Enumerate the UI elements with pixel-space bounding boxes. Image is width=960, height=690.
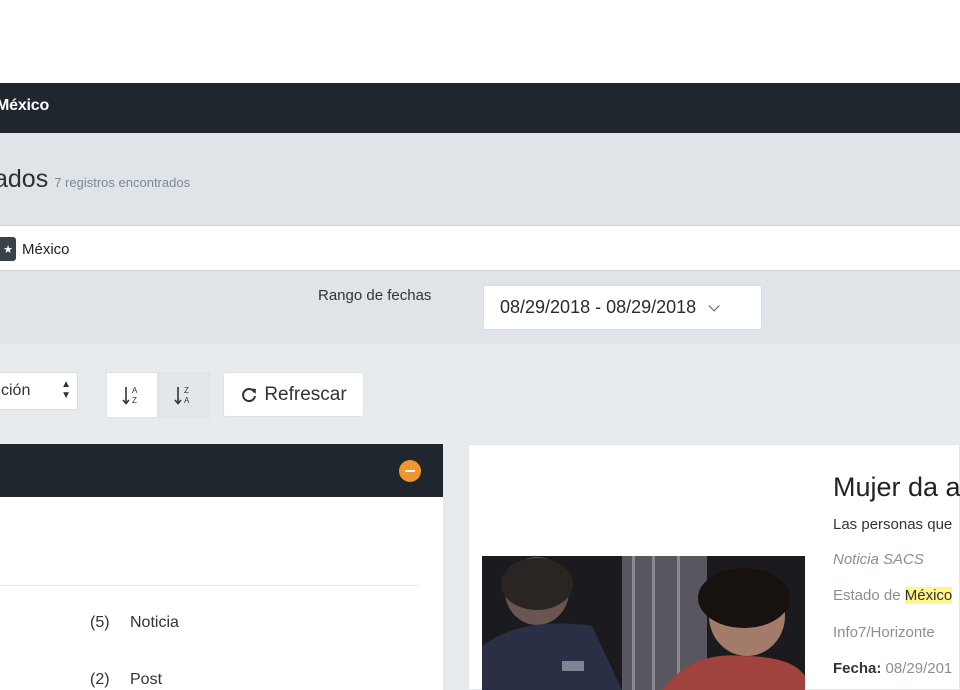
- article-title[interactable]: Mujer da a: [833, 472, 960, 503]
- sort-select[interactable]: ción ▲ ▼: [0, 372, 78, 410]
- refresh-icon: [242, 387, 257, 402]
- collapse-panel-button[interactable]: [399, 460, 421, 482]
- category-count: (2): [90, 671, 110, 688]
- star-icon: ★: [0, 237, 16, 261]
- article-type: Noticia SACS: [833, 551, 924, 568]
- filter-tag-mexico[interactable]: ★ México: [0, 237, 70, 261]
- article-state: Estado de México: [833, 587, 953, 604]
- sort-order-group: A Z Z A: [106, 372, 210, 418]
- chevron-down-icon: [708, 299, 720, 312]
- article-summary: Las personas que: [833, 516, 953, 533]
- article-date-label: Fecha:: [833, 660, 882, 677]
- article-thumbnail[interactable]: [482, 556, 805, 690]
- article-state-highlight: México: [904, 587, 953, 604]
- article-source: Info7/Horizonte: [833, 624, 935, 641]
- refresh-button-label: Refrescar: [264, 383, 347, 405]
- results-title: ados: [0, 165, 49, 193]
- sort-alpha-asc-icon: A Z: [122, 386, 138, 405]
- panel-divider: [0, 585, 418, 586]
- sort-desc-button[interactable]: Z A: [158, 372, 210, 418]
- sort-asc-button[interactable]: A Z: [106, 372, 158, 418]
- top-navbar: México: [0, 83, 960, 133]
- article-date-value: 08/29/201: [885, 660, 953, 677]
- article-date: Fecha: 08/29/201: [833, 660, 952, 677]
- category-name: Noticia: [130, 614, 179, 631]
- select-arrows-icon: ▲ ▼: [61, 379, 71, 401]
- minus-icon: [405, 470, 415, 472]
- date-range-value: 08/29/2018 - 08/29/2018: [500, 297, 697, 317]
- svg-text:A: A: [184, 396, 190, 405]
- navbar-title: México: [0, 97, 50, 114]
- article-state-prefix: Estado de: [833, 587, 901, 604]
- date-range-picker[interactable]: 08/29/2018 - 08/29/2018: [483, 285, 762, 330]
- category-name: Post: [130, 671, 163, 688]
- sort-alpha-desc-icon: Z A: [174, 386, 190, 405]
- thumbnail-image: [482, 556, 805, 690]
- filter-tag-label: México: [22, 240, 70, 258]
- results-count: 7 registros encontrados: [54, 175, 191, 190]
- category-panel: [0, 444, 443, 690]
- svg-text:Z: Z: [184, 386, 189, 395]
- category-count: (5): [90, 614, 110, 631]
- svg-text:Z: Z: [132, 396, 137, 405]
- results-heading: ados 7 registros encontrados: [0, 165, 190, 194]
- active-filters-bar: ★ México: [0, 225, 960, 271]
- refresh-button[interactable]: Refrescar: [223, 372, 364, 417]
- date-range-label: Rango de fechas: [318, 287, 432, 304]
- category-panel-header: [0, 444, 443, 497]
- sort-select-value: ción: [1, 382, 31, 399]
- svg-text:A: A: [132, 386, 138, 395]
